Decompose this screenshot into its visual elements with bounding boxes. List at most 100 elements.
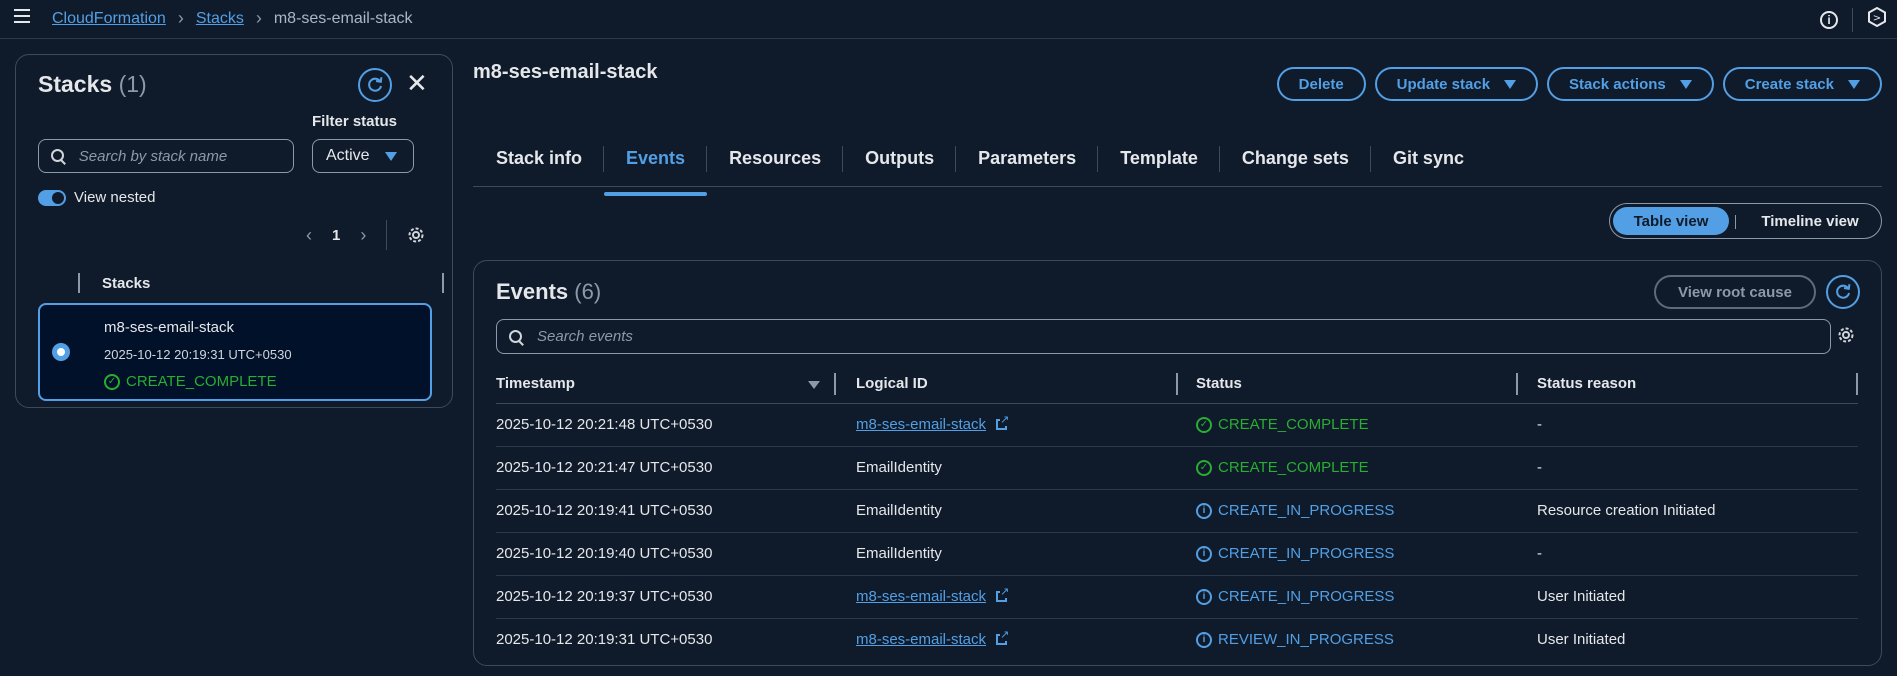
cloudshell-icon[interactable]: > (1867, 6, 1887, 32)
event-status-reason: User Initiated (1537, 631, 1626, 648)
gear-icon[interactable] (407, 226, 425, 244)
column-divider[interactable] (1176, 373, 1178, 395)
radio-selected-icon[interactable] (52, 343, 70, 361)
breadcrumb-cloudformation[interactable]: CloudFormation (52, 10, 166, 28)
timeline-view-button[interactable]: Timeline view (1742, 207, 1878, 235)
chevron-right-icon[interactable]: › (360, 225, 366, 246)
column-divider[interactable] (834, 373, 836, 395)
breadcrumb-stacks[interactable]: Stacks (196, 10, 244, 28)
events-search-input[interactable] (535, 327, 1673, 346)
event-status: i CREATE_IN_PROGRESS (1196, 588, 1394, 605)
search-icon (509, 329, 523, 344)
external-link-icon[interactable] (996, 630, 1010, 645)
info-icon: i (1196, 631, 1212, 648)
success-icon: ✓ (104, 373, 120, 390)
stack-actions-bar: Delete Update stack Stack actions Create… (1276, 67, 1882, 101)
event-logical-id[interactable]: m8-ses-email-stack (856, 415, 1010, 433)
column-divider[interactable] (1856, 373, 1858, 395)
tab-git-sync[interactable]: Git sync (1371, 138, 1486, 186)
event-status: i REVIEW_IN_PROGRESS (1196, 631, 1394, 648)
create-stack-button[interactable]: Create stack (1722, 67, 1882, 101)
event-logical-id[interactable]: m8-ses-email-stack (856, 587, 1010, 605)
column-header-status-reason[interactable]: Status reason (1537, 375, 1636, 392)
info-icon[interactable]: i (1820, 10, 1838, 29)
external-link-icon[interactable] (996, 415, 1010, 430)
tab-parameters[interactable]: Parameters (956, 138, 1099, 186)
events-search-box[interactable] (496, 319, 1831, 354)
menu-icon[interactable] (14, 9, 30, 23)
svg-text:>: > (1873, 13, 1881, 24)
tab-outputs[interactable]: Outputs (843, 138, 957, 186)
stack-tabs: Stack info Events Resources Outputs Para… (473, 138, 1882, 196)
events-table: Timestamp Logical ID Status Status reaso… (496, 367, 1858, 661)
caret-down-icon (1848, 79, 1860, 89)
stacks-panel: Stacks (1) ✕ Filter status Active View n… (15, 54, 453, 408)
logical-id-link[interactable]: m8-ses-email-stack (856, 631, 986, 648)
info-icon: i (1196, 502, 1212, 519)
table-row: 2025-10-12 20:19:40 UTC+0530 EmailIdentit… (496, 533, 1858, 576)
events-title: Events (6) (496, 279, 602, 304)
logical-id-link[interactable]: m8-ses-email-stack (856, 588, 986, 605)
close-icon[interactable]: ✕ (406, 69, 428, 97)
logical-id-link[interactable]: m8-ses-email-stack (856, 416, 986, 433)
event-status-reason: - (1537, 545, 1542, 562)
filter-status-select[interactable]: Active (312, 139, 414, 173)
page-number[interactable]: 1 (332, 227, 340, 244)
update-stack-button[interactable]: Update stack (1374, 67, 1539, 101)
column-divider[interactable] (442, 273, 444, 293)
stacks-panel-title: Stacks (1) (38, 71, 147, 97)
success-icon: ✓ (1196, 459, 1212, 476)
divider (1852, 7, 1853, 32)
tab-template[interactable]: Template (1098, 138, 1220, 186)
tab-resources[interactable]: Resources (707, 138, 844, 186)
sort-caret-down-icon[interactable] (808, 381, 820, 389)
event-status-text: CREATE_COMPLETE (1218, 459, 1369, 476)
stack-name: m8-ses-email-stack (104, 319, 235, 336)
view-nested-label: View nested (74, 189, 156, 206)
caret-down-icon (1679, 79, 1692, 89)
stack-created-time: 2025-10-12 20:19:31 UTC+0530 (104, 347, 292, 362)
column-header-timestamp[interactable]: Timestamp (496, 375, 575, 392)
stack-actions-button[interactable]: Stack actions (1547, 67, 1714, 101)
event-status: i CREATE_IN_PROGRESS (1196, 502, 1394, 519)
event-timestamp: 2025-10-12 20:19:41 UTC+0530 (496, 502, 713, 519)
caret-down-icon (385, 152, 397, 161)
column-header-status[interactable]: Status (1196, 375, 1242, 392)
search-icon (51, 149, 65, 163)
event-timestamp: 2025-10-12 20:21:48 UTC+0530 (496, 416, 713, 433)
stack-search-box[interactable] (38, 139, 294, 173)
gear-icon[interactable] (1837, 326, 1855, 349)
table-row: 2025-10-12 20:19:31 UTC+0530 m8-ses-email… (496, 619, 1858, 661)
tab-change-sets[interactable]: Change sets (1220, 138, 1371, 186)
caret-down-icon (1504, 79, 1517, 89)
stack-card[interactable]: m8-ses-email-stack 2025-10-12 20:19:31 U… (38, 303, 432, 401)
table-view-button[interactable]: Table view (1613, 207, 1729, 235)
external-link-icon[interactable] (996, 587, 1010, 602)
column-header-logical-id[interactable]: Logical ID (856, 375, 928, 392)
column-divider[interactable] (1516, 373, 1518, 395)
table-row: 2025-10-12 20:19:37 UTC+0530 m8-ses-email… (496, 576, 1858, 619)
event-status-text: CREATE_IN_PROGRESS (1218, 502, 1395, 519)
breadcrumb: CloudFormation › Stacks › m8-ses-email-s… (52, 8, 413, 29)
tab-stack-info[interactable]: Stack info (473, 138, 605, 186)
event-status: ✓ CREATE_COMPLETE (1196, 416, 1369, 433)
refresh-icon[interactable] (1826, 275, 1860, 309)
refresh-icon[interactable] (358, 68, 392, 102)
view-root-cause-button[interactable]: View root cause (1654, 275, 1816, 309)
divider (386, 220, 388, 250)
tab-events[interactable]: Events (604, 138, 708, 196)
delete-button[interactable]: Delete (1276, 67, 1366, 101)
info-icon: i (1196, 545, 1212, 562)
event-logical-id: EmailIdentity (856, 459, 942, 476)
events-panel: Events (6) View root cause Timestamp Log… (473, 260, 1882, 666)
table-row: 2025-10-12 20:21:48 UTC+0530 m8-ses-email… (496, 404, 1858, 447)
chevron-right-icon: › (255, 8, 262, 28)
event-status: i CREATE_IN_PROGRESS (1196, 545, 1394, 562)
event-status-reason: - (1537, 416, 1542, 433)
page-title: m8-ses-email-stack (473, 61, 658, 83)
chevron-left-icon[interactable]: ‹ (306, 225, 312, 246)
stack-search-input[interactable] (76, 146, 293, 166)
view-nested-toggle[interactable] (38, 189, 66, 206)
event-logical-id: EmailIdentity (856, 545, 942, 562)
event-logical-id[interactable]: m8-ses-email-stack (856, 630, 1010, 648)
